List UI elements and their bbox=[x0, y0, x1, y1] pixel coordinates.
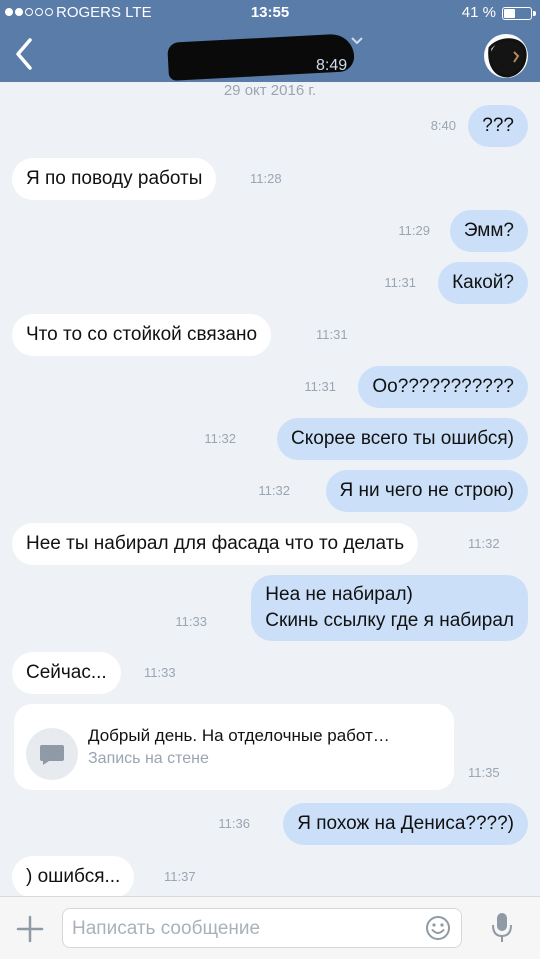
message-time: 11:31 bbox=[384, 275, 416, 290]
last-seen-time: 8:49 bbox=[316, 57, 348, 74]
clock: 13:55 bbox=[250, 4, 290, 21]
message-bubble: Я ни чего не строю) bbox=[325, 470, 528, 512]
smile-icon bbox=[426, 916, 450, 940]
plus-icon bbox=[16, 915, 44, 943]
message-bubble: Сейчас... bbox=[12, 652, 121, 694]
message-bubble: Неа не набирал) Скинь ссылку где я набир… bbox=[251, 575, 528, 641]
message-input-placeholder: Написать сообщение bbox=[72, 918, 261, 939]
microphone-icon bbox=[492, 913, 512, 942]
back-chevron-icon bbox=[16, 38, 32, 70]
message-time: 11:32 bbox=[204, 431, 236, 446]
message-composer: Написать сообщение bbox=[0, 896, 540, 959]
message-bubble: Скорее всего ты ошибся) bbox=[277, 418, 528, 460]
message-input[interactable]: Написать сообщение bbox=[62, 908, 462, 948]
chat-header: ROGERS LTE 13:55 41 % 8:49 bbox=[0, 0, 540, 82]
status-bar: ROGERS LTE 13:55 41 % bbox=[0, 0, 540, 26]
message-time: 11:36 bbox=[218, 816, 250, 831]
wall-post-icon bbox=[26, 728, 78, 780]
message-time: 11:31 bbox=[304, 379, 336, 394]
message-time: 11:35 bbox=[468, 765, 500, 780]
message-time: 11:31 bbox=[316, 327, 348, 342]
message-bubble: ) ошибся... bbox=[12, 856, 135, 898]
chevron-down-icon[interactable] bbox=[350, 36, 364, 46]
wall-post-attachment[interactable]: Добрый день. На отделочные работ… Запись… bbox=[14, 704, 454, 790]
attach-button[interactable] bbox=[12, 911, 48, 947]
battery-icon bbox=[502, 7, 536, 20]
message-bubble: Какой? bbox=[438, 262, 528, 304]
message-line: Неа не набирал) bbox=[265, 584, 413, 605]
message-line: Скинь ссылку где я набирал bbox=[265, 610, 514, 631]
emoji-button[interactable] bbox=[425, 915, 451, 941]
date-separator: 29 окт 2016 г. bbox=[223, 82, 317, 99]
message-bubble: Я по поводу работы bbox=[12, 158, 217, 200]
message-time: 11:33 bbox=[144, 665, 176, 680]
message-bubble: Я похож на Дениса????) bbox=[283, 803, 528, 845]
message-time: 8:40 bbox=[430, 118, 456, 133]
message-time: 11:37 bbox=[164, 869, 196, 884]
message-time: 11:29 bbox=[398, 223, 430, 238]
contact-avatar[interactable] bbox=[484, 34, 528, 78]
voice-message-button[interactable] bbox=[487, 909, 517, 945]
message-bubble: Оо??????????? bbox=[358, 366, 528, 408]
message-bubble: Эмм? bbox=[449, 210, 528, 252]
wall-post-subtitle: Запись на стене bbox=[88, 750, 209, 767]
message-time: 11:32 bbox=[468, 536, 500, 551]
message-bubble: Что то со стойкой связано bbox=[12, 314, 272, 356]
message-time: 11:28 bbox=[250, 171, 282, 186]
wall-post-title: Добрый день. На отделочные работ… bbox=[88, 726, 390, 745]
battery-percent: 41 % bbox=[461, 4, 496, 21]
message-bubble: Нее ты набирал для фасада что то делать bbox=[12, 523, 419, 565]
back-button[interactable] bbox=[8, 36, 44, 72]
message-time: 11:33 bbox=[175, 614, 207, 629]
message-bubble: ??? bbox=[468, 105, 528, 147]
message-time: 11:32 bbox=[258, 483, 290, 498]
